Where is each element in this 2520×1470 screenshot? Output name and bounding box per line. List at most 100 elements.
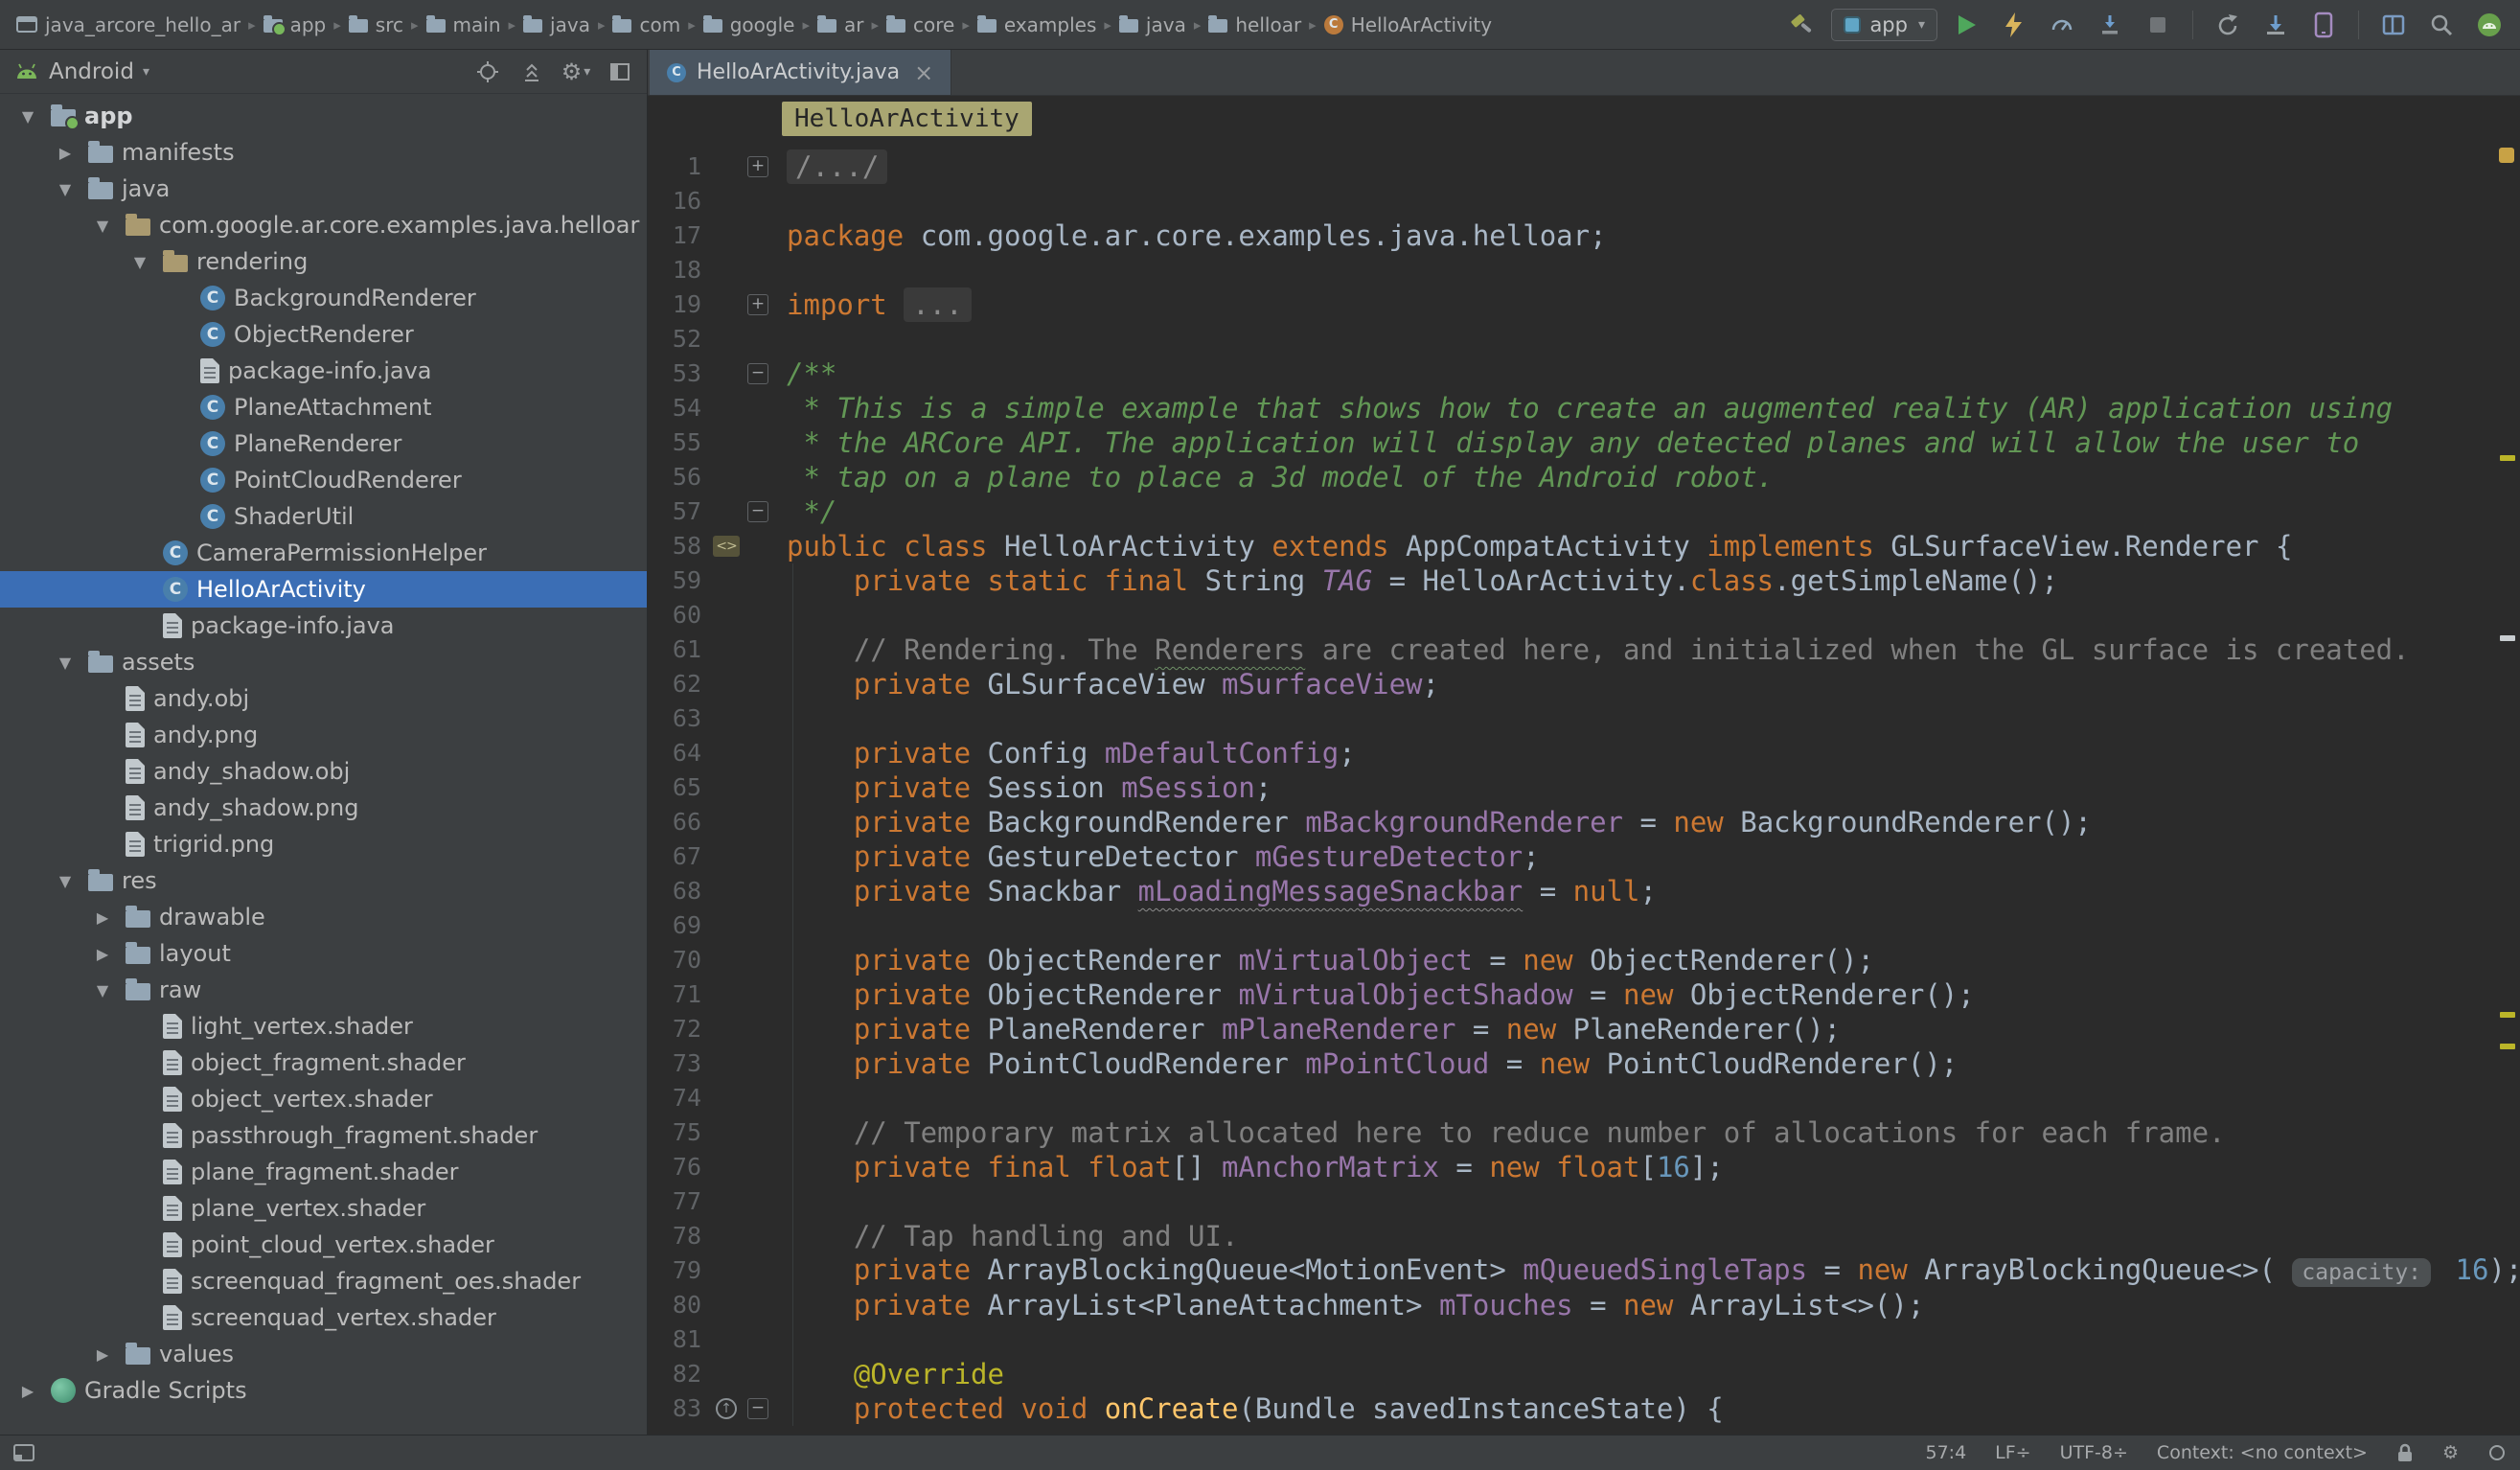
panel-settings-gear-icon[interactable]: ⚙▾ (562, 58, 589, 85)
code-line-73[interactable]: 73 private PointCloudRenderer mPointClou… (648, 1046, 2520, 1081)
tree-item-andy_shadow.obj[interactable]: andy_shadow.obj (0, 753, 647, 790)
tree-item-layout[interactable]: ▶layout (0, 935, 647, 972)
code-line-17[interactable]: 17package com.google.ar.core.examples.ja… (648, 218, 2520, 253)
tree-item-point_cloud_vertex.shader[interactable]: point_cloud_vertex.shader (0, 1227, 647, 1263)
chevron-down-icon[interactable]: ▼ (51, 180, 80, 198)
code-line-82[interactable]: 82 @Override (648, 1357, 2520, 1391)
code-line-69[interactable]: 69 (648, 908, 2520, 943)
tree-item-assets[interactable]: ▼assets (0, 644, 647, 680)
hide-panel-icon[interactable] (607, 58, 633, 85)
code-line-53[interactable]: 53−/** (648, 356, 2520, 391)
tree-item-rendering[interactable]: ▼rendering (0, 243, 647, 280)
chevron-down-icon[interactable]: ▼ (126, 253, 154, 271)
tree-item-screenquad_vertex.shader[interactable]: screenquad_vertex.shader (0, 1299, 647, 1336)
breadcrumb-item-core[interactable]: core (882, 11, 959, 38)
code-line-81[interactable]: 81 (648, 1322, 2520, 1357)
breadcrumb-item-helloar[interactable]: helloar (1203, 11, 1306, 38)
sync-project-icon[interactable] (2209, 6, 2247, 44)
code-line-72[interactable]: 72 private PlaneRenderer mPlaneRenderer … (648, 1012, 2520, 1046)
tree-item-plane_fragment.shader[interactable]: plane_fragment.shader (0, 1154, 647, 1190)
chevron-down-icon[interactable]: ▼ (13, 107, 42, 126)
class-gutter-icon[interactable]: <> (713, 536, 739, 557)
code-line-59[interactable]: 59 private static final String TAG = Hel… (648, 563, 2520, 598)
tree-item-HelloArActivity[interactable]: CHelloArActivity (0, 571, 647, 608)
tree-item-package-info.java[interactable]: package-info.java (0, 353, 647, 389)
tree-item-plane_vertex.shader[interactable]: plane_vertex.shader (0, 1190, 647, 1227)
assistant-android-icon[interactable] (2470, 6, 2509, 44)
breadcrumb-item-java[interactable]: java (1114, 11, 1191, 38)
run-config-selector[interactable]: app ▾ (1831, 9, 1937, 41)
event-log-icon[interactable] (2487, 1443, 2507, 1462)
tree-item-app[interactable]: ▼app (0, 98, 647, 134)
search-everywhere-icon[interactable] (2422, 6, 2461, 44)
tree-item-PointCloudRenderer[interactable]: CPointCloudRenderer (0, 462, 647, 498)
background-process-icon[interactable]: ⚙ (2442, 1444, 2459, 1462)
chevron-down-icon[interactable]: ▼ (51, 872, 80, 890)
build-hammer-icon[interactable] (1783, 6, 1821, 44)
error-stripe-mark[interactable] (2500, 455, 2515, 461)
code-line-77[interactable]: 77 (648, 1184, 2520, 1219)
breadcrumb-item-src[interactable]: src (344, 11, 408, 38)
tree-item-manifests[interactable]: ▶manifests (0, 134, 647, 171)
breadcrumb-item-main[interactable]: main (422, 11, 506, 38)
fold-expand-icon[interactable]: + (747, 156, 768, 177)
code-line-56[interactable]: 56 * tap on a plane to place a 3d model … (648, 460, 2520, 494)
breadcrumb-item-examples[interactable]: examples (973, 11, 1102, 38)
breadcrumb-item-java[interactable]: java (518, 11, 595, 38)
editor-breadcrumb-class[interactable]: HelloArActivity (782, 102, 1032, 136)
breadcrumb-item-com[interactable]: com (607, 11, 685, 38)
code-line-54[interactable]: 54 * This is a simple example that shows… (648, 391, 2520, 425)
code-line-70[interactable]: 70 private ObjectRenderer mVirtualObject… (648, 943, 2520, 977)
fold-collapse-icon[interactable]: − (747, 1398, 768, 1419)
project-view-selector[interactable]: Android ▾ (49, 59, 149, 84)
run-button[interactable] (1947, 6, 1985, 44)
code-line-58[interactable]: 58<>public class HelloArActivity extends… (648, 529, 2520, 563)
tree-item-res[interactable]: ▼res (0, 862, 647, 899)
tree-item-raw[interactable]: ▼raw (0, 972, 647, 1008)
error-stripe-mark[interactable] (2500, 1012, 2515, 1018)
code-line-66[interactable]: 66 private BackgroundRenderer mBackgroun… (648, 805, 2520, 839)
tree-item-andy.png[interactable]: andy.png (0, 717, 647, 753)
caret-position[interactable]: 57:4 (1926, 1442, 1967, 1463)
code-line-57[interactable]: 57− */ (648, 494, 2520, 529)
code-line-55[interactable]: 55 * the ARCore API. The application wil… (648, 425, 2520, 460)
code-line-63[interactable]: 63 (648, 701, 2520, 736)
overriding-method-icon[interactable]: ↑ (716, 1398, 737, 1419)
sdk-manager-icon[interactable] (2257, 6, 2295, 44)
breadcrumb-item-HelloArActivity[interactable]: CHelloArActivity (1319, 11, 1497, 38)
code-line-64[interactable]: 64 private Config mDefaultConfig; (648, 736, 2520, 770)
chevron-down-icon[interactable]: ▼ (88, 981, 117, 999)
tree-item-passthrough_fragment.shader[interactable]: passthrough_fragment.shader (0, 1117, 647, 1154)
tree-item-values[interactable]: ▶values (0, 1336, 647, 1372)
chevron-right-icon[interactable]: ▶ (88, 908, 117, 927)
tree-item-package-info.java[interactable]: package-info.java (0, 608, 647, 644)
code-line-75[interactable]: 75 // Temporary matrix allocated here to… (648, 1115, 2520, 1150)
chevron-right-icon[interactable]: ▶ (88, 1345, 117, 1364)
tree-item-drawable[interactable]: ▶drawable (0, 899, 647, 935)
code-line-68[interactable]: 68 private Snackbar mLoadingMessageSnack… (648, 874, 2520, 908)
tree-item-Gradle Scripts[interactable]: ▶Gradle Scripts (0, 1372, 647, 1409)
code-line-18[interactable]: 18 (648, 253, 2520, 287)
collapse-all-icon[interactable] (518, 58, 545, 85)
device-manager-icon[interactable] (2304, 6, 2343, 44)
tree-item-trigrid.png[interactable]: trigrid.png (0, 826, 647, 862)
chevron-right-icon[interactable]: ▶ (13, 1382, 42, 1400)
error-stripe-mark[interactable] (2500, 1044, 2515, 1049)
chevron-down-icon[interactable]: ▼ (88, 217, 117, 235)
tree-item-object_fragment.shader[interactable]: object_fragment.shader (0, 1045, 647, 1081)
code-line-67[interactable]: 67 private GestureDetector mGestureDetec… (648, 839, 2520, 874)
code-line-60[interactable]: 60 (648, 598, 2520, 632)
tree-item-BackgroundRenderer[interactable]: CBackgroundRenderer (0, 280, 647, 316)
code-line-65[interactable]: 65 private Session mSession; (648, 770, 2520, 805)
error-stripe-mark[interactable] (2500, 635, 2515, 641)
readonly-lock-icon[interactable] (2396, 1442, 2414, 1463)
code-line-16[interactable]: 16 (648, 184, 2520, 218)
inspection-status-indicator[interactable] (2499, 148, 2514, 163)
code-line-61[interactable]: 61 // Rendering. The Renderers are creat… (648, 632, 2520, 667)
code-line-1[interactable]: 1+/.../ (648, 149, 2520, 184)
locate-file-icon[interactable] (474, 58, 501, 85)
breadcrumb-item-google[interactable]: google (699, 11, 800, 38)
code-line-76[interactable]: 76 private final float[] mAnchorMatrix =… (648, 1150, 2520, 1184)
code-line-83[interactable]: 83↑− protected void onCreate(Bundle save… (648, 1391, 2520, 1426)
code-line-79[interactable]: 79 private ArrayBlockingQueue<MotionEven… (648, 1253, 2520, 1288)
